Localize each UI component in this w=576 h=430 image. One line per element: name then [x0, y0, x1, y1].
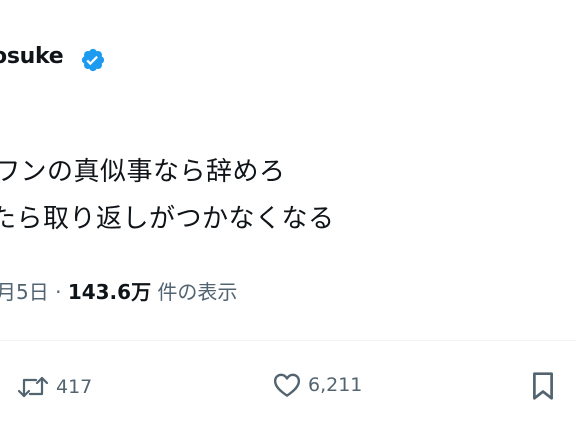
author-name[interactable]: osuke: [0, 44, 64, 69]
views-count: 143.6万: [67, 280, 152, 304]
meta-separator: ·: [48, 280, 68, 304]
views-label: 件の表示: [151, 280, 238, 304]
bookmark-button[interactable]: [528, 370, 558, 402]
like-icon: [273, 373, 301, 397]
verified-badge-icon: [81, 48, 105, 72]
retweet-button[interactable]: 417: [16, 372, 92, 402]
like-count: 6,211: [308, 374, 363, 396]
tweet-text-line-2: たら取り返しがつかなくなる: [0, 204, 335, 234]
tweet-meta: 月5日 · 143.6万 件の表示: [0, 276, 237, 305]
retweet-count: 417: [56, 376, 93, 398]
retweet-icon: [17, 376, 49, 398]
tweet-text-line-1: ワンの真似事なら辞めろ: [0, 157, 286, 187]
like-button[interactable]: 6,211: [272, 370, 362, 400]
tweet-date[interactable]: 月5日: [0, 280, 49, 304]
divider: [0, 340, 576, 341]
bookmark-icon: [533, 372, 553, 400]
